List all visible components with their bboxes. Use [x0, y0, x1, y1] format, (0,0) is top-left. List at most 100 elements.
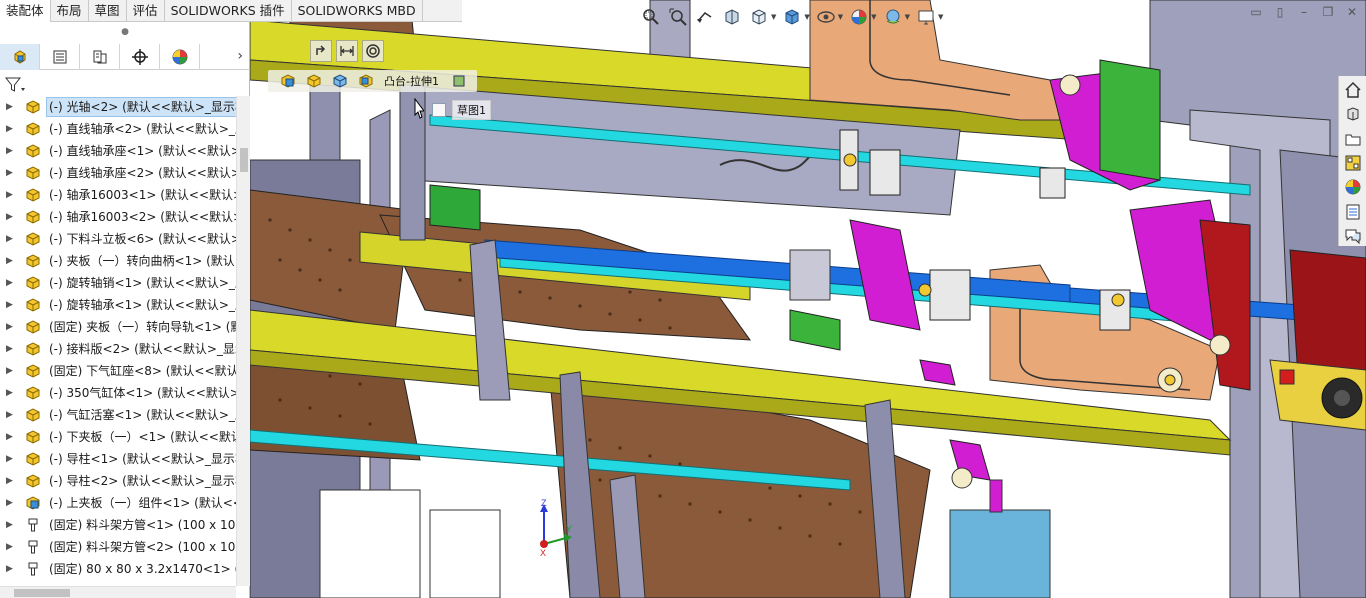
expand-arrow-icon[interactable]: ▶ — [6, 316, 14, 338]
restore-icon[interactable]: ❐ — [1320, 4, 1336, 20]
panel-grip[interactable]: ● — [0, 22, 250, 42]
file-explorer-icon[interactable] — [1342, 129, 1364, 149]
expand-arrow-icon[interactable]: ▶ — [6, 250, 14, 272]
tree-row[interactable]: ▶ (固定) 料斗架方管<2> (100 x 100 — [0, 536, 236, 558]
design-library-icon[interactable] — [1342, 104, 1364, 124]
view-palette-icon[interactable] — [1342, 153, 1364, 173]
tab-solidworks-addins[interactable]: SOLIDWORKS 插件 — [165, 0, 292, 22]
tree-row[interactable]: ▶ (固定) 料斗架方管<1> (100 x 100 — [0, 514, 236, 536]
edit-appearance-icon[interactable] — [848, 6, 870, 28]
custom-properties-icon[interactable] — [1342, 201, 1364, 221]
expand-arrow-icon[interactable]: ▶ — [6, 360, 14, 382]
tree-row[interactable]: ▶ (-) 上夹板（一）组件<1> (默认<<显 — [0, 492, 236, 514]
dimxpert-icon[interactable] — [120, 44, 160, 70]
expand-arrow-icon[interactable]: ▶ — [6, 448, 14, 470]
home-icon[interactable] — [1342, 80, 1364, 100]
display-style-icon[interactable] — [781, 6, 803, 28]
breadcrumb-sketch[interactable]: 草图1 — [432, 100, 491, 120]
expand-arrow-icon[interactable]: ▶ — [6, 492, 14, 514]
expand-arrow-icon[interactable]: ▶ — [6, 382, 14, 404]
expand-arrow-icon[interactable]: ▶ — [6, 140, 14, 162]
subassembly-icon[interactable] — [302, 71, 326, 91]
scroll-thumb[interactable] — [240, 148, 248, 172]
component-icon[interactable] — [354, 71, 378, 91]
expand-arrow-icon[interactable]: ▶ — [6, 228, 14, 250]
tree-row[interactable]: ▶ (-) 350气缸体<1> (默认<<默认>_ — [0, 382, 236, 404]
tree-row[interactable]: ▶ (-) 光轴<2> (默认<<默认>_显示状 — [0, 96, 236, 118]
expand-arrow-icon[interactable]: ▶ — [6, 338, 14, 360]
minimize-icon[interactable]: – — [1296, 4, 1312, 20]
breadcrumb-sketch-label[interactable]: 草图1 — [452, 100, 491, 120]
tree-row[interactable]: ▶ (-) 夹板（一）转向曲柄<1> (默认< — [0, 250, 236, 272]
tree-row[interactable]: ▶ (-) 旋转轴销<1> (默认<<默认>_显 — [0, 272, 236, 294]
expand-arrow-icon[interactable]: ▶ — [6, 206, 14, 228]
tree-row[interactable]: ▶ (-) 导柱<1> (默认<<默认>_显示状 — [0, 448, 236, 470]
tree-row[interactable]: ▶ (固定) 下气缸座<8> (默认<<默认> — [0, 360, 236, 382]
expand-arrow-icon[interactable]: ▶ — [6, 294, 14, 316]
arrow-up-right-icon[interactable] — [310, 40, 332, 62]
panel-toggle-icon[interactable]: ▭ — [1248, 4, 1264, 20]
expand-arrow-icon[interactable]: ▶ — [6, 184, 14, 206]
tree-row[interactable]: ▶ (-) 气缸活塞<1> (默认<<默认>_显 — [0, 404, 236, 426]
zoom-to-area-icon[interactable] — [667, 6, 689, 28]
tree-row[interactable]: ▶ (-) 轴承16003<2> (默认<<默认>_ — [0, 206, 236, 228]
property-manager-icon[interactable] — [40, 44, 80, 70]
expand-arrow-icon[interactable]: ▶ — [6, 426, 14, 448]
tab-evaluate[interactable]: 评估 — [127, 0, 165, 22]
tree-row[interactable]: ▶ (-) 接料版<2> (默认<<默认>_显示 — [0, 338, 236, 360]
chevron-down-icon[interactable]: ▼ — [804, 13, 809, 21]
expand-arrow-icon[interactable]: ▶ — [6, 558, 14, 580]
tab-solidworks-mbd[interactable]: SOLIDWORKS MBD — [292, 0, 423, 22]
assembly-icon[interactable] — [276, 71, 300, 91]
feature-manager-icon[interactable] — [0, 44, 40, 70]
tree-row[interactable]: ▶ (固定) 夹板（一）转向导轨<1> (默 — [0, 316, 236, 338]
tree-row[interactable]: ▶ (-) 旋转轴承<1> (默认<<默认>_显 — [0, 294, 236, 316]
tab-assembly[interactable]: 装配体 — [0, 0, 51, 22]
chevron-down-icon[interactable]: ▼ — [838, 13, 843, 21]
tab-sketch[interactable]: 草图 — [89, 0, 127, 22]
expand-arrow-icon[interactable]: ▶ — [6, 514, 14, 536]
apply-scene-icon[interactable] — [882, 6, 904, 28]
display-manager-icon[interactable] — [160, 44, 200, 70]
close-icon[interactable]: ✕ — [1344, 4, 1360, 20]
tree-filter[interactable] — [0, 74, 250, 96]
concentric-mate-icon[interactable] — [362, 40, 384, 62]
tree-row[interactable]: ▶ (-) 直线轴承座<1> (默认<<默认>_ — [0, 140, 236, 162]
expand-arrow-icon[interactable]: ▶ — [6, 536, 14, 558]
zoom-to-fit-icon[interactable] — [640, 6, 662, 28]
view-orientation-icon[interactable] — [748, 6, 770, 28]
tree-horizontal-scrollbar[interactable] — [0, 586, 236, 598]
tree-row[interactable]: ▶ (-) 下夹板（一）<1> (默认<<默认 — [0, 426, 236, 448]
expand-arrow-icon[interactable]: ▶ — [6, 118, 14, 140]
chevron-down-icon[interactable]: ▼ — [871, 13, 876, 21]
part-icon[interactable] — [328, 71, 352, 91]
chevron-right-icon[interactable]: › — [237, 48, 243, 64]
chevron-down-icon[interactable]: ▼ — [905, 13, 910, 21]
distance-mate-icon[interactable] — [336, 40, 358, 62]
breadcrumb-feature-label[interactable]: 凸台-拉伸1 — [380, 73, 445, 89]
tree-row[interactable]: ▶ (-) 下料斗立板<6> (默认<<默认>_ — [0, 228, 236, 250]
forum-icon[interactable] — [1342, 226, 1364, 246]
expand-arrow-icon[interactable]: ▶ — [6, 272, 14, 294]
chevron-down-icon[interactable]: ▼ — [938, 13, 943, 21]
filter-icon[interactable] — [4, 76, 26, 94]
sketch-icon[interactable] — [447, 71, 471, 91]
tree-row[interactable]: ▶ (-) 直线轴承座<2> (默认<<默认>_ — [0, 162, 236, 184]
expand-arrow-icon[interactable]: ▶ — [6, 404, 14, 426]
expand-arrow-icon[interactable]: ▶ — [6, 470, 14, 492]
expand-arrow-icon[interactable]: ▶ — [6, 162, 14, 184]
tree-row[interactable]: ▶ (-) 直线轴承<2> (默认<<默认>_显 — [0, 118, 236, 140]
hide-show-icon[interactable] — [815, 6, 837, 28]
expand-arrow-icon[interactable]: ▶ — [6, 96, 14, 118]
tree-vertical-scrollbar[interactable] — [236, 96, 250, 586]
chevron-down-icon[interactable]: ▼ — [771, 13, 776, 21]
panel-right-icon[interactable]: ▯ — [1272, 4, 1288, 20]
configuration-manager-icon[interactable] — [80, 44, 120, 70]
tree-row[interactable]: ▶ (固定) 80 x 80 x 3.2x1470<1> (80 — [0, 558, 236, 580]
tree-row[interactable]: ▶ (-) 导柱<2> (默认<<默认>_显示状 — [0, 470, 236, 492]
view-settings-icon[interactable] — [915, 6, 937, 28]
tree-row[interactable]: ▶ (-) 轴承16003<1> (默认<<默认>_ — [0, 184, 236, 206]
previous-view-icon[interactable] — [694, 6, 716, 28]
section-view-icon[interactable] — [721, 6, 743, 28]
tab-layout[interactable]: 布局 — [51, 0, 89, 22]
